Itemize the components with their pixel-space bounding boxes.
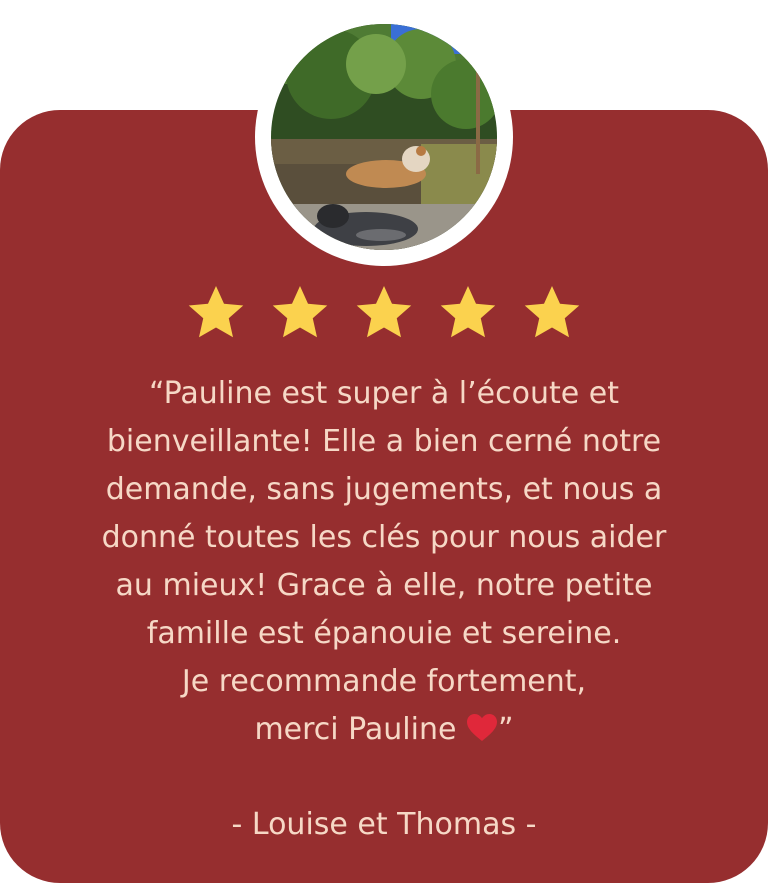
quote-line: “Pauline est super à l’écoute et [149,376,619,411]
quote-close-mark: ” [498,712,514,747]
avatar [271,24,497,250]
quote-line: Je recommande fortement, [181,664,587,699]
quote-line: demande, sans jugements, et nous a [105,472,663,507]
quote-line: merci Pauline [254,712,457,747]
quote-last-line: merci Pauline ” [40,706,728,754]
testimonial-quote: “Pauline est super à l’écoute et bienvei… [40,370,728,754]
avatar-frame [255,8,513,266]
quote-line: donné toutes les clés pour nous aider [101,520,667,555]
quote-line: au mieux! Grace à elle, notre petite [115,568,653,603]
star-icon [440,286,496,338]
testimonial-author: - Louise et Thomas - [231,807,537,842]
star-icon [356,286,412,338]
star-icon [524,286,580,338]
star-icon [272,286,328,338]
star-icon [188,286,244,338]
heart-icon [467,714,497,741]
rating-stars [0,283,768,343]
dogs-photo-image [271,24,497,250]
quote-line: bienveillante! Elle a bien cerné notre [106,424,662,459]
quote-line: famille est épanouie et sereine. [146,616,622,651]
